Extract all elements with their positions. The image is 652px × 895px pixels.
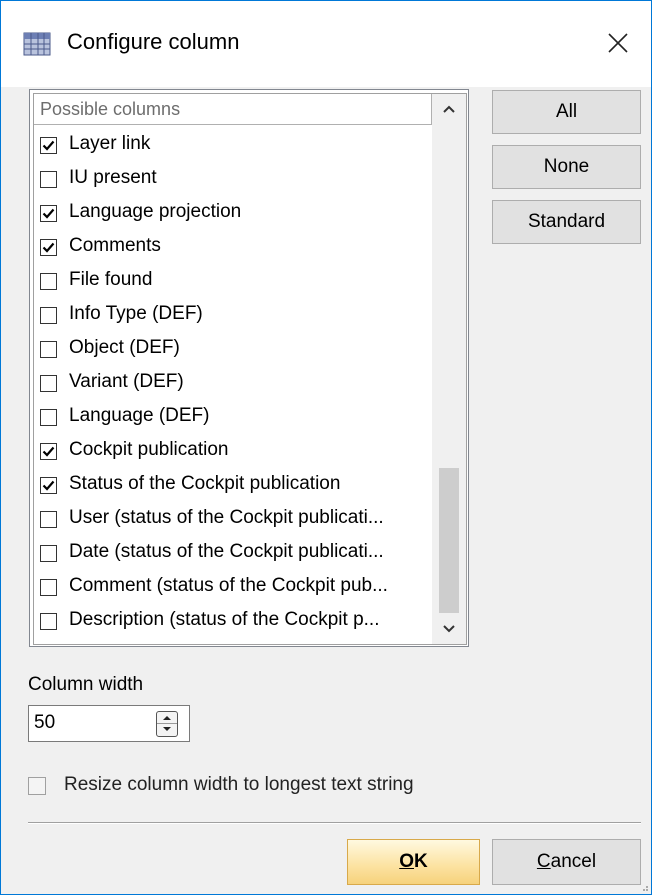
column-item-label: Description (status of the Cockpit p... bbox=[69, 609, 380, 630]
column-item-label: File found bbox=[69, 269, 153, 290]
column-checkbox[interactable] bbox=[40, 205, 57, 222]
spin-up-icon[interactable] bbox=[157, 712, 177, 723]
spin-buttons[interactable] bbox=[156, 711, 178, 737]
cancel-label-rest: ancel bbox=[550, 851, 597, 872]
column-checkbox[interactable] bbox=[40, 307, 57, 324]
column-checkbox[interactable] bbox=[40, 409, 57, 426]
spin-down-icon[interactable] bbox=[157, 724, 177, 736]
column-checkbox[interactable] bbox=[40, 341, 57, 358]
list-item[interactable]: Date (status of the Cockpit publicati... bbox=[34, 541, 432, 575]
list-item[interactable]: Variant (DEF) bbox=[34, 371, 432, 405]
column-checkbox[interactable] bbox=[40, 171, 57, 188]
column-item-label: Comment (status of the Cockpit pub... bbox=[69, 575, 388, 596]
ok-mnemonic: O bbox=[399, 851, 415, 872]
column-checkbox[interactable] bbox=[40, 545, 57, 562]
ok-label-rest: K bbox=[414, 851, 428, 872]
list-item[interactable]: Info Type (DEF) bbox=[34, 303, 432, 337]
list-item[interactable]: Layer link bbox=[34, 133, 432, 167]
chevron-down-icon bbox=[443, 625, 455, 633]
column-checkbox[interactable] bbox=[40, 477, 57, 494]
list-item[interactable]: Cockpit publication bbox=[34, 439, 432, 473]
list-item[interactable]: Comments bbox=[34, 235, 432, 269]
none-button[interactable]: None bbox=[492, 145, 641, 189]
column-checkbox[interactable] bbox=[40, 137, 57, 154]
column-item-label: Date (status of the Cockpit publicati... bbox=[69, 541, 384, 562]
column-item-label: User (status of the Cockpit publicati... bbox=[69, 507, 384, 528]
vertical-scrollbar[interactable] bbox=[432, 94, 466, 644]
list-item[interactable]: Language (DEF) bbox=[34, 405, 432, 439]
column-item-label: Layer link bbox=[69, 133, 151, 154]
scroll-thumb[interactable] bbox=[439, 468, 459, 613]
check-icon bbox=[42, 446, 55, 457]
column-item-label: Object (DEF) bbox=[69, 337, 180, 358]
list-item[interactable]: File found bbox=[34, 269, 432, 303]
check-icon bbox=[42, 480, 55, 491]
column-checkbox[interactable] bbox=[40, 443, 57, 460]
list-item[interactable]: Language projection bbox=[34, 201, 432, 235]
resize-checkbox[interactable] bbox=[28, 777, 46, 795]
column-item-label: Language projection bbox=[69, 201, 242, 222]
column-item-label: Status of the Cockpit publication bbox=[69, 473, 341, 494]
column-item-label: Language (DEF) bbox=[69, 405, 210, 426]
column-checkbox[interactable] bbox=[40, 239, 57, 256]
list-header-label: Possible columns bbox=[40, 99, 181, 119]
footer-separator bbox=[28, 822, 641, 824]
title-bar: Configure column bbox=[1, 1, 651, 87]
table-grid-icon bbox=[23, 32, 51, 56]
list-header: Possible columns bbox=[34, 94, 432, 125]
column-item-label: Info Type (DEF) bbox=[69, 303, 203, 324]
check-icon bbox=[42, 242, 55, 253]
list-item[interactable]: IU present bbox=[34, 167, 432, 201]
possible-columns-list[interactable]: Possible columns Layer link IU present Lan… bbox=[29, 89, 469, 647]
column-checkbox[interactable] bbox=[40, 511, 57, 528]
standard-button[interactable]: Standard bbox=[492, 200, 641, 244]
scroll-up-button[interactable] bbox=[432, 94, 466, 125]
list-frame: Possible columns Layer link IU present Lan… bbox=[33, 93, 467, 645]
column-checkbox[interactable] bbox=[40, 273, 57, 290]
column-item-label: Variant (DEF) bbox=[69, 371, 184, 392]
cancel-button[interactable]: Cancel bbox=[492, 839, 641, 885]
close-icon bbox=[608, 33, 628, 53]
column-checkbox[interactable] bbox=[40, 613, 57, 630]
configure-column-dialog: Configure column Possible columns Layer … bbox=[0, 0, 652, 895]
list-item[interactable]: Status of the Cockpit publication bbox=[34, 473, 432, 507]
check-icon bbox=[42, 140, 55, 151]
resize-grip-icon[interactable] bbox=[639, 882, 649, 892]
scroll-down-button[interactable] bbox=[432, 613, 466, 644]
column-items: Layer link IU present Language projection C… bbox=[34, 133, 432, 643]
ok-button[interactable]: OK bbox=[347, 839, 480, 885]
all-button[interactable]: All bbox=[492, 90, 641, 134]
chevron-up-icon bbox=[443, 105, 455, 113]
column-item-label: Cockpit publication bbox=[69, 439, 229, 460]
check-icon bbox=[42, 208, 55, 219]
dialog-title: Configure column bbox=[67, 29, 240, 54]
column-item-label: Comments bbox=[69, 235, 161, 256]
resize-label: Resize column width to longest text stri… bbox=[64, 774, 414, 795]
list-item[interactable]: Object (DEF) bbox=[34, 337, 432, 371]
column-width-value[interactable]: 50 bbox=[34, 712, 55, 734]
close-button[interactable] bbox=[587, 1, 651, 87]
list-item[interactable]: Description (status of the Cockpit p... bbox=[34, 609, 432, 643]
list-item[interactable]: User (status of the Cockpit publicati... bbox=[34, 507, 432, 541]
column-item-label: IU present bbox=[69, 167, 157, 188]
column-checkbox[interactable] bbox=[40, 375, 57, 392]
list-item[interactable]: Comment (status of the Cockpit pub... bbox=[34, 575, 432, 609]
column-checkbox[interactable] bbox=[40, 579, 57, 596]
cancel-mnemonic: C bbox=[536, 851, 551, 872]
column-width-spinner[interactable]: 50 bbox=[28, 705, 190, 742]
column-width-label: Column width bbox=[28, 674, 144, 695]
